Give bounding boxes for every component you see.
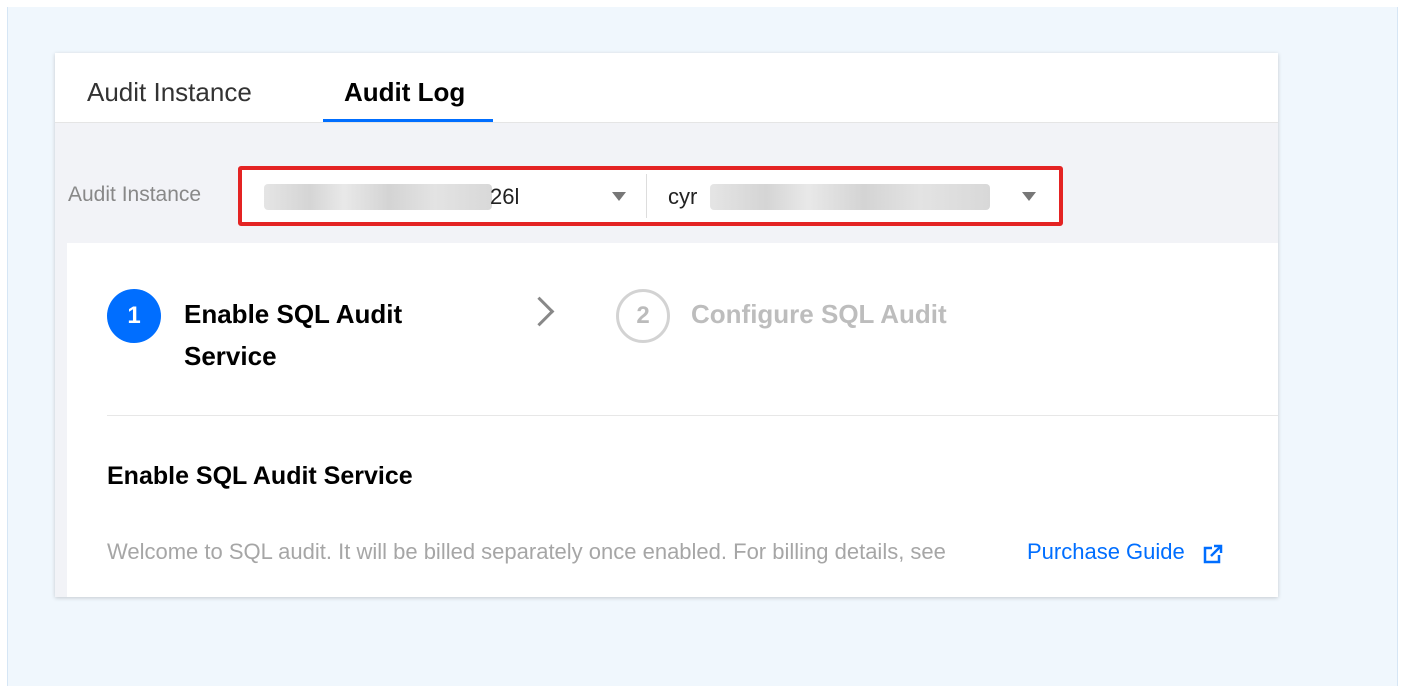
audit-instance-label: Audit Instance [68, 183, 202, 206]
step-1-indicator: 1 [107, 289, 161, 343]
tab-bar: Audit Instance Audit Log [55, 53, 1278, 123]
tab-audit-log[interactable]: Audit Log [344, 77, 465, 108]
external-link-icon[interactable] [1203, 544, 1223, 564]
step-2-indicator: 2 [616, 289, 670, 343]
instance-id-select[interactable]: cyr [666, 174, 1056, 218]
chevron-right-icon [524, 296, 555, 327]
purchase-guide-link[interactable]: Purchase Guide [1027, 539, 1185, 565]
step-1-title: Enable SQL Audit Service [184, 299, 403, 371]
section-title: Enable SQL Audit Service [107, 462, 413, 490]
active-tab-indicator [323, 119, 493, 122]
caret-down-icon [1022, 192, 1036, 201]
instance-region-select[interactable]: 26l [246, 174, 647, 218]
redacted-value [264, 184, 492, 210]
tab-audit-instance[interactable]: Audit Instance [87, 77, 252, 108]
billing-description: Welcome to SQL audit. It will be billed … [107, 539, 946, 564]
redacted-value [710, 184, 990, 210]
select-value: 26l [490, 184, 520, 209]
section-divider [107, 415, 1278, 416]
steps-panel: 1 Enable SQL Audit Service 2 Configure S… [67, 243, 1278, 597]
step-2-title: Configure SQL Audit [691, 299, 947, 329]
page-background: Audit Instance Audit Log Audit Instance … [7, 7, 1398, 686]
audit-card: Audit Instance Audit Log Audit Instance … [55, 53, 1278, 597]
caret-down-icon [612, 192, 626, 201]
select-value: cyr [668, 184, 698, 209]
instance-select-group: 26l cyr [238, 166, 1063, 226]
